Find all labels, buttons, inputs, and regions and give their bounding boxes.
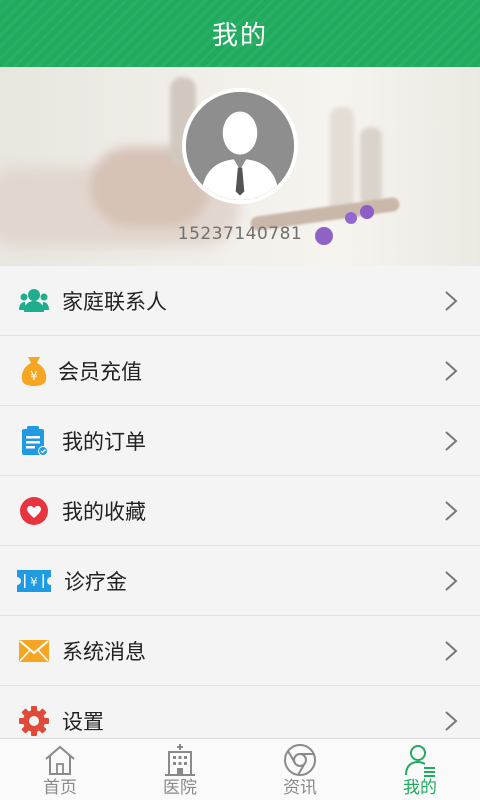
page-title: 我的: [211, 21, 268, 51]
menu-item-label: 我的订单: [62, 429, 146, 454]
menu-item-label: 诊疗金: [64, 569, 127, 594]
menu-item-label: 家庭联系人: [62, 289, 167, 314]
svg-text:¥: ¥: [30, 575, 38, 589]
chevron-right-icon: [445, 501, 458, 521]
chevron-right-icon: [445, 291, 458, 311]
bottom-navigation-bar: 首页 医院 资讯 我的: [0, 738, 480, 800]
menu-item-family-contacts[interactable]: 家庭联系人: [0, 266, 480, 336]
menu-item-label: 会员充值: [58, 359, 142, 384]
menu-item-membership-recharge[interactable]: ¥ 会员充值: [0, 336, 480, 406]
chevron-right-icon: [445, 641, 458, 661]
menu-item-label: 系统消息: [62, 639, 146, 664]
nav-tab-hospital[interactable]: 医院: [120, 739, 240, 800]
order-clipboard-icon: [18, 425, 50, 457]
news-icon: [284, 744, 316, 776]
nav-tab-label: 我的: [403, 778, 437, 798]
nav-tab-label: 资讯: [283, 778, 317, 798]
menu-item-my-orders[interactable]: 我的订单: [0, 406, 480, 476]
default-user-avatar-icon: [186, 92, 294, 200]
avatar[interactable]: [182, 88, 298, 204]
hospital-icon: [165, 744, 195, 776]
nav-tab-home[interactable]: 首页: [0, 739, 120, 800]
nav-tab-label: 首页: [43, 778, 77, 798]
user-profile-icon: [405, 745, 435, 777]
user-phone-number: 15237140781: [177, 224, 303, 244]
nav-tab-my-profile[interactable]: 我的: [360, 739, 480, 800]
family-contacts-icon: [18, 285, 50, 317]
banner-background-shape: [330, 107, 354, 217]
banner-background-shape: [360, 205, 374, 219]
nav-tab-label: 医院: [163, 778, 197, 798]
gear-icon: [18, 705, 50, 737]
menu-item-my-favorites[interactable]: 我的收藏: [0, 476, 480, 546]
svg-text:¥: ¥: [30, 369, 38, 383]
chevron-right-icon: [445, 431, 458, 451]
envelope-icon: [18, 635, 50, 667]
chevron-right-icon: [445, 571, 458, 591]
ticket-yen-icon: ¥: [17, 565, 51, 597]
banner-background-shape: [345, 212, 357, 224]
nav-tab-news[interactable]: 资讯: [240, 739, 360, 800]
menu-item-medical-fund[interactable]: ¥ 诊疗金: [0, 546, 480, 616]
menu-item-label: 设置: [62, 709, 104, 734]
home-icon: [45, 745, 75, 775]
top-app-bar: 我的: [0, 0, 480, 67]
heart-icon: [18, 495, 50, 527]
menu-item-system-messages[interactable]: 系统消息: [0, 616, 480, 686]
profile-banner: 15237140781: [0, 67, 480, 266]
chevron-right-icon: [445, 361, 458, 381]
menu-item-label: 我的收藏: [62, 499, 146, 524]
chevron-right-icon: [445, 711, 458, 731]
profile-menu-list: 家庭联系人 ¥ 会员充值 我的订单 我的收藏 ¥ 诊疗金 系统消息 设置: [0, 266, 480, 756]
banner-background-shape: [360, 127, 382, 207]
money-bag-icon: ¥: [18, 355, 50, 387]
